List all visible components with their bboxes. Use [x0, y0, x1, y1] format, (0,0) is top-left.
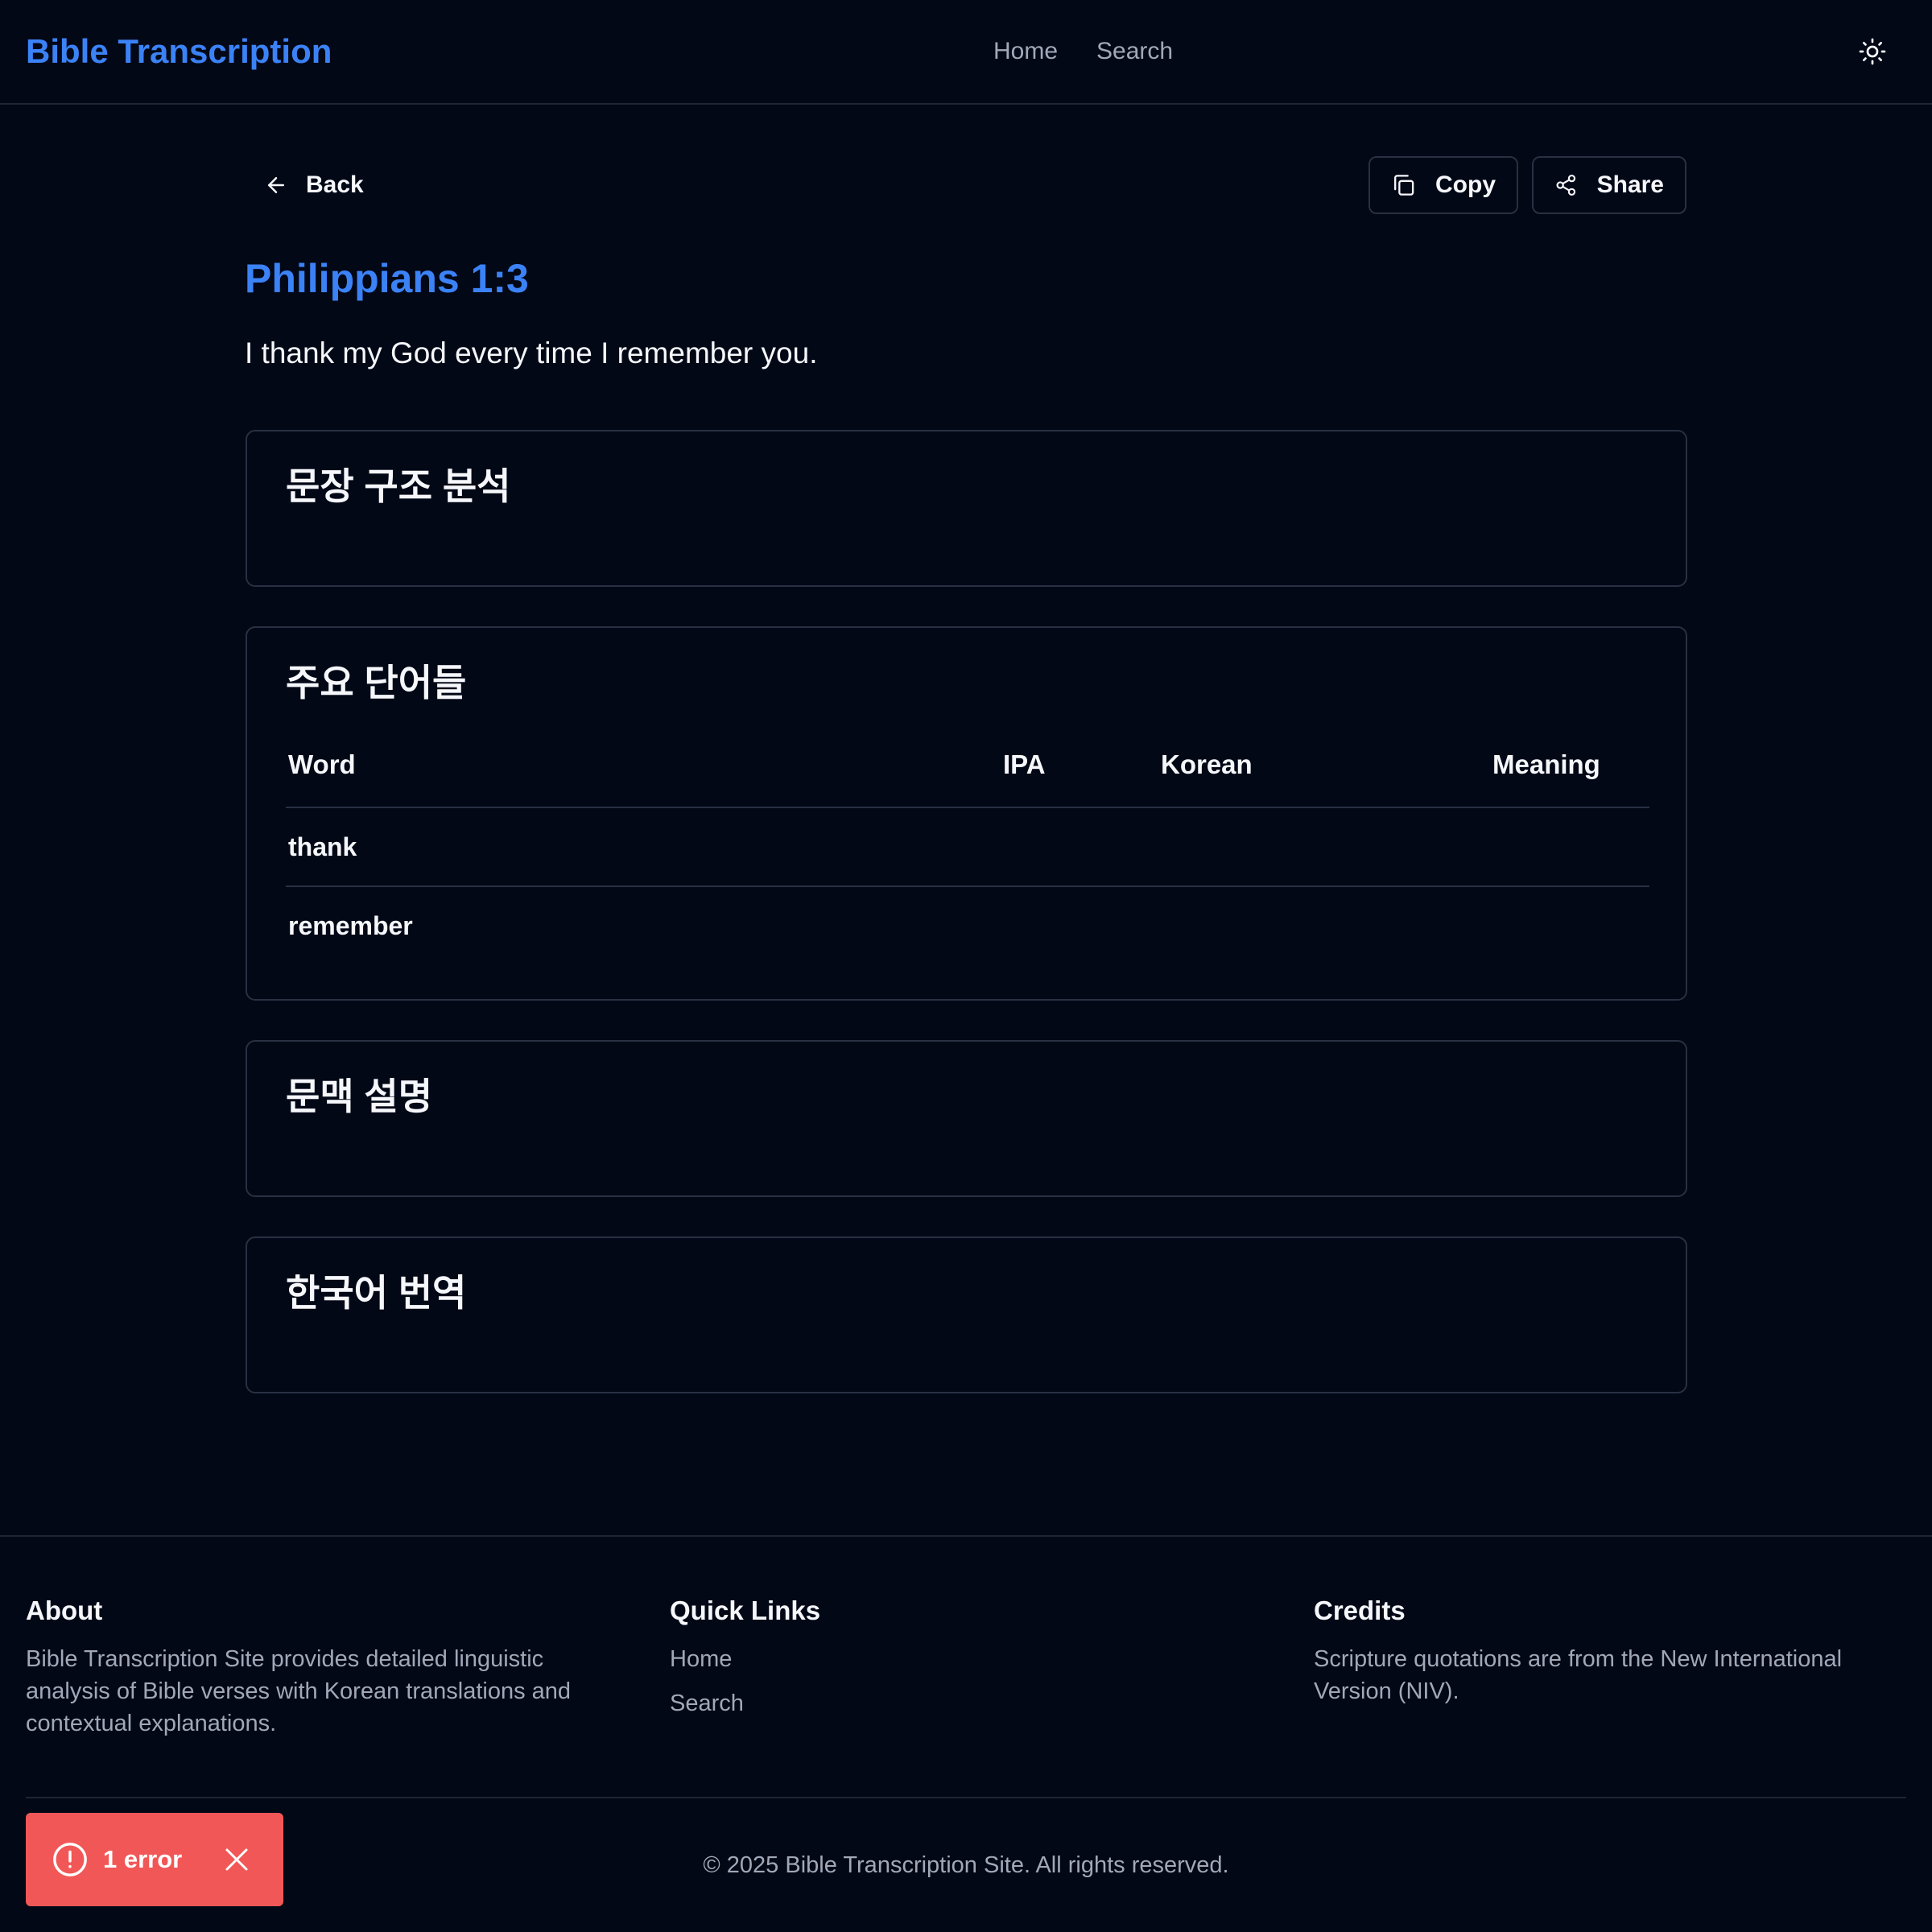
- footer-about-column: About Bible Transcription Site provides …: [26, 1593, 621, 1740]
- context-explanation-title: 문맥 설명: [286, 1075, 433, 1117]
- key-words-card: 주요 단어들 Word IPA Korean Meaning thank rem…: [246, 626, 1687, 1001]
- footer-search-link[interactable]: Search: [670, 1687, 1265, 1719]
- site-brand[interactable]: Bible Transcription: [26, 31, 332, 72]
- copy-button[interactable]: Copy: [1368, 156, 1518, 214]
- arrow-left-icon: [268, 177, 284, 193]
- nav-home-link[interactable]: Home: [993, 35, 1058, 68]
- share-button[interactable]: Share: [1532, 156, 1686, 214]
- column-header-word: Word: [288, 749, 356, 779]
- table-row: thank: [286, 808, 1649, 887]
- verse-reference: Philippians 1:3: [245, 256, 529, 301]
- footer-about-text: Bible Transcription Site provides detail…: [26, 1646, 572, 1736]
- main-nav: Home Search: [993, 35, 1173, 68]
- footer-credits-column: Credits Scripture quotations are from th…: [1314, 1593, 1909, 1707]
- site-header: Bible Transcription Home Search: [0, 0, 1932, 105]
- site-footer: About Bible Transcription Site provides …: [0, 1535, 1932, 1932]
- close-icon[interactable]: [222, 1845, 251, 1874]
- back-label: Back: [306, 171, 364, 198]
- word-cell: remember: [288, 911, 413, 940]
- korean-translation-card: 한국어 번역: [246, 1236, 1687, 1393]
- column-header-korean: Korean: [1161, 749, 1253, 779]
- table-row: remember: [286, 887, 1649, 966]
- nav-search-link[interactable]: Search: [1096, 35, 1173, 68]
- korean-translation-title: 한국어 번역: [286, 1272, 467, 1314]
- alert-circle-icon: [53, 1843, 87, 1876]
- theme-toggle-button[interactable]: [1858, 37, 1887, 66]
- verse-text: I thank my God every time I remember you…: [245, 336, 818, 369]
- copy-label: Copy: [1435, 171, 1496, 198]
- key-words-title: 주요 단어들: [286, 662, 467, 704]
- word-cell: thank: [288, 832, 357, 861]
- sun-icon: [1859, 38, 1886, 65]
- footer-links-title: Quick Links: [670, 1596, 821, 1625]
- copyright-text: © 2025 Bible Transcription Site. All rig…: [703, 1852, 1229, 1878]
- sentence-structure-card: 문장 구조 분석: [246, 430, 1687, 587]
- footer-about-title: About: [26, 1596, 103, 1625]
- error-count-label: 1 error: [103, 1845, 183, 1873]
- copy-icon: [1394, 175, 1414, 196]
- column-header-ipa: IPA: [1003, 749, 1046, 779]
- context-explanation-card: 문맥 설명: [246, 1040, 1687, 1197]
- footer-credits-text: Scripture quotations are from the New In…: [1314, 1646, 1843, 1704]
- footer-divider: [26, 1797, 1906, 1798]
- footer-credits-title: Credits: [1314, 1596, 1406, 1625]
- footer-links-column: Quick Links Home Search: [670, 1593, 1265, 1732]
- column-header-meaning: Meaning: [1492, 749, 1600, 779]
- share-icon: [1556, 175, 1576, 196]
- share-label: Share: [1596, 171, 1664, 198]
- error-toast[interactable]: 1 error: [26, 1813, 283, 1906]
- footer-home-link[interactable]: Home: [670, 1643, 1265, 1675]
- back-button[interactable]: Back: [246, 155, 382, 216]
- table-header-row: Word IPA Korean Meaning: [286, 729, 1649, 808]
- sentence-structure-title: 문장 구조 분석: [286, 465, 511, 507]
- key-words-table: Word IPA Korean Meaning thank remember: [286, 729, 1649, 966]
